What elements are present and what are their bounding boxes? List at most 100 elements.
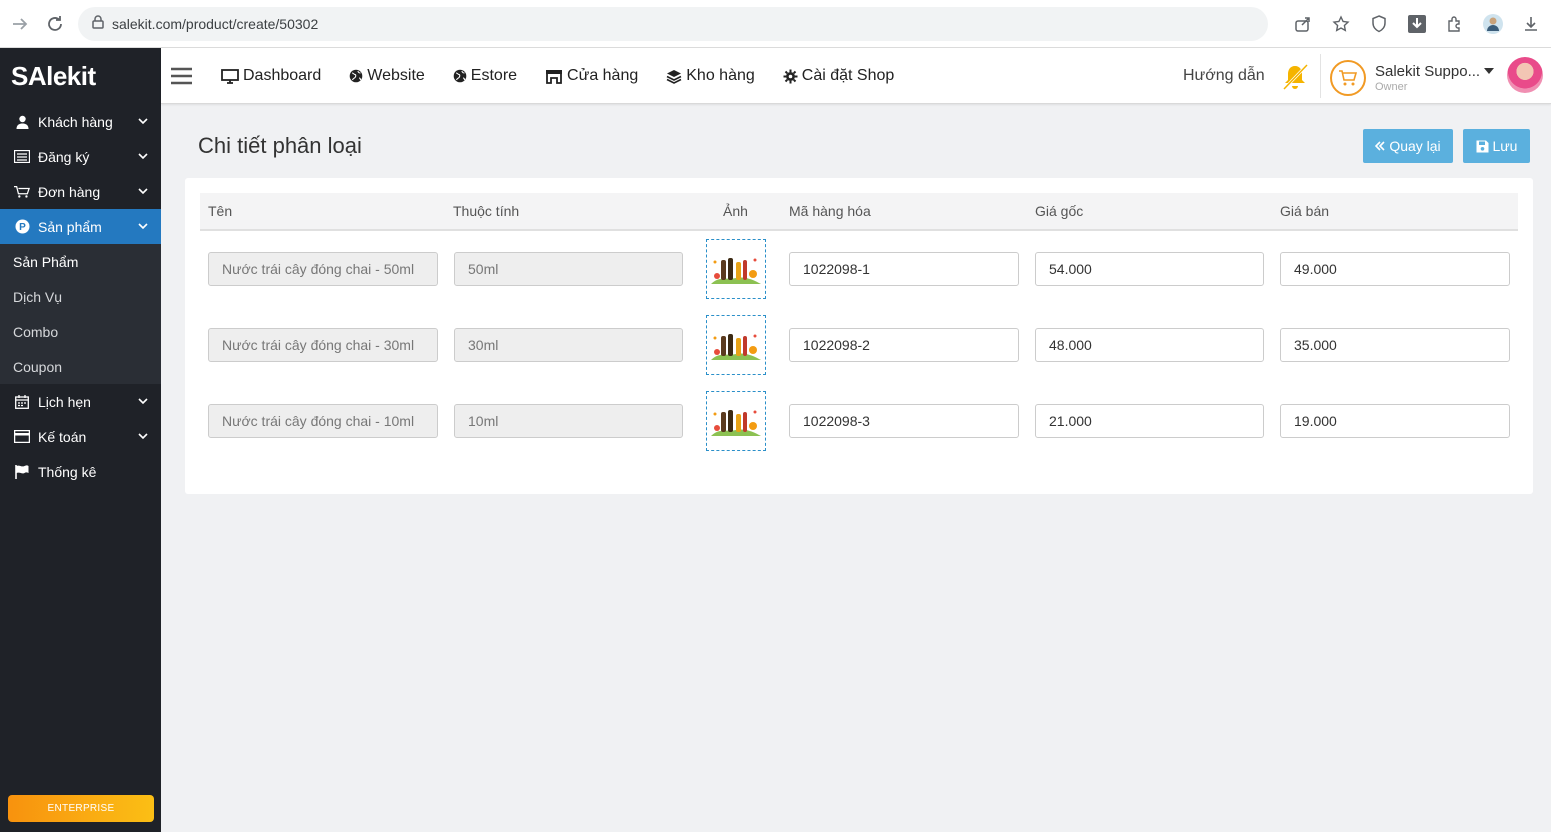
nav-website[interactable]: Website [349, 67, 425, 85]
sale-price-input[interactable]: 35.000 [1280, 328, 1510, 362]
product-icon: P [14, 219, 30, 235]
forward-icon[interactable] [8, 12, 32, 36]
save-button[interactable]: Lưu [1463, 129, 1530, 163]
sku-input[interactable]: 1022098-3 [789, 404, 1019, 438]
user-icon [14, 114, 30, 130]
sidebar-item-label: Đơn hàng [38, 183, 101, 200]
sidebar-item-orders[interactable]: Đơn hàng [0, 174, 161, 209]
list-icon [14, 149, 30, 165]
submenu-item-combo[interactable]: Combo [0, 314, 161, 349]
sidebar-item-label: Khách hàng [38, 113, 113, 130]
top-header: Dashboard Website Estore Cửa hàng Kho hà… [161, 48, 1551, 104]
page-title: Chi tiết phân loại [198, 133, 362, 158]
nav-label: Cài đặt Shop [801, 67, 895, 84]
column-header-attribute: Thuộc tính [453, 203, 520, 219]
download-icon[interactable] [1519, 12, 1543, 36]
caret-down-icon[interactable] [1484, 68, 1494, 74]
cart-icon [14, 184, 30, 200]
chevron-down-icon [138, 188, 148, 195]
product-thumbnail [711, 406, 761, 436]
shop-logo[interactable] [1330, 60, 1366, 96]
url-text: salekit.com/product/create/50302 [112, 16, 319, 32]
sidebar-item-label: Kế toán [38, 428, 87, 445]
sku-input[interactable]: 1022098-1 [789, 252, 1019, 286]
sidebar-item-accounting[interactable]: Kế toán [0, 419, 161, 454]
sidebar-item-label: Lịch hẹn [38, 393, 91, 410]
table-row: Nước trái cây đóng chai - 10ml 10ml 1022… [185, 391, 1533, 467]
variant-image-upload[interactable] [706, 391, 766, 451]
avatar[interactable] [1507, 57, 1543, 93]
column-header-sku: Mã hàng hóa [789, 203, 871, 219]
user-role: Owner [1375, 81, 1408, 93]
nav-label: Kho hàng [686, 67, 755, 84]
column-header-name: Tên [208, 203, 233, 219]
top-nav: Dashboard Website Estore Cửa hàng Kho hà… [221, 48, 894, 104]
cost-price-input[interactable]: 48.000 [1035, 328, 1264, 362]
column-header-image: Ảnh [723, 203, 748, 219]
nav-dashboard[interactable]: Dashboard [221, 67, 321, 85]
sidebar-item-label: Sản phẩm [38, 218, 102, 235]
cost-price-input[interactable]: 54.000 [1035, 252, 1264, 286]
header-divider [1320, 54, 1321, 98]
share-icon[interactable] [1291, 12, 1315, 36]
flag-icon [14, 464, 30, 480]
sku-input[interactable]: 1022098-2 [789, 328, 1019, 362]
profile-icon[interactable] [1481, 12, 1505, 36]
variant-attribute-field: 30ml [454, 328, 683, 362]
svg-text:P: P [19, 222, 26, 233]
sale-price-input[interactable]: 49.000 [1280, 252, 1510, 286]
nav-label: Cửa hàng [567, 67, 639, 84]
save-button-label: Lưu [1492, 138, 1518, 154]
extensions-icon[interactable] [1443, 12, 1467, 36]
chevron-down-icon [138, 153, 148, 160]
hamburger-menu-icon[interactable] [171, 67, 192, 85]
sidebar-item-products[interactable]: P Sản phẩm [0, 209, 161, 244]
back-button[interactable]: Quay lại [1363, 129, 1453, 163]
double-chevron-left-icon [1375, 141, 1385, 151]
submenu-item-services[interactable]: Dịch Vụ [0, 279, 161, 314]
help-link[interactable]: Hướng dẫn [1183, 67, 1265, 85]
nav-warehouse[interactable]: Kho hàng [666, 67, 755, 85]
cost-price-input[interactable]: 21.000 [1035, 404, 1264, 438]
notification-off-icon[interactable] [1280, 62, 1310, 92]
sidebar-item-label: Thống kê [38, 463, 97, 480]
variant-attribute-field: 50ml [454, 252, 683, 286]
calendar-icon [14, 394, 30, 410]
column-header-cost-price: Giá gốc [1035, 203, 1084, 219]
lock-icon [92, 14, 104, 34]
variant-attribute-field: 10ml [454, 404, 683, 438]
nav-shop-settings[interactable]: Cài đặt Shop [783, 67, 895, 85]
shield-icon[interactable] [1367, 12, 1391, 36]
chevron-down-icon [138, 398, 148, 405]
nav-label: Dashboard [243, 67, 322, 84]
nav-store[interactable]: Cửa hàng [545, 67, 638, 85]
monitor-icon [221, 68, 239, 84]
browser-toolbar: salekit.com/product/create/50302 [0, 0, 1551, 48]
sale-price-input[interactable]: 19.000 [1280, 404, 1510, 438]
chevron-down-icon [138, 223, 148, 230]
table-row: Nước trái cây đóng chai - 30ml 30ml 1022… [185, 315, 1533, 391]
floppy-disk-icon [1476, 140, 1489, 152]
products-submenu: Sản Phẩm Dịch Vụ Combo Coupon [0, 244, 161, 384]
sidebar-item-registration[interactable]: Đăng ký [0, 139, 161, 174]
variant-image-upload[interactable] [706, 315, 766, 375]
submenu-item-coupon[interactable]: Coupon [0, 349, 161, 384]
product-thumbnail [711, 254, 761, 284]
reload-icon[interactable] [43, 12, 67, 36]
sidebar-item-statistics[interactable]: Thống kê [0, 454, 161, 489]
variant-image-upload[interactable] [706, 239, 766, 299]
app-logo[interactable]: SAlekit [0, 48, 161, 104]
sidebar: SAlekit Khách hàng Đăng ký Đơn hàng P Sả… [0, 48, 161, 832]
user-name[interactable]: Salekit Suppo... [1375, 63, 1480, 80]
layers-icon [666, 69, 682, 84]
address-bar[interactable]: salekit.com/product/create/50302 [78, 7, 1268, 41]
sidebar-item-appointments[interactable]: Lịch hẹn [0, 384, 161, 419]
submenu-item-products[interactable]: Sản Phẩm [0, 244, 161, 279]
store-icon [546, 69, 563, 84]
star-icon[interactable] [1329, 12, 1353, 36]
gear-icon [783, 69, 798, 83]
enterprise-badge[interactable]: ENTERPRISE [8, 795, 154, 822]
sidebar-item-customers[interactable]: Khách hàng [0, 104, 161, 139]
download-manager-icon[interactable] [1405, 12, 1429, 36]
nav-estore[interactable]: Estore [453, 67, 517, 85]
